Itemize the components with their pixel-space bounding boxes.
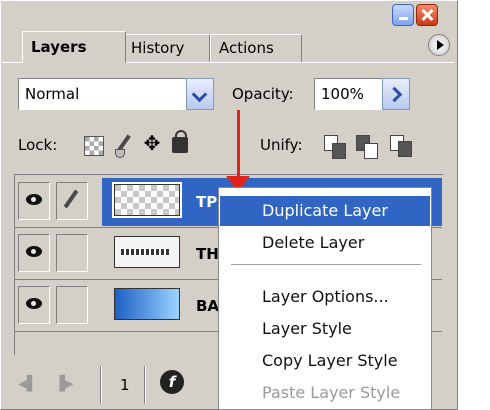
eye-icon xyxy=(26,194,42,205)
opacity-label: Opacity: xyxy=(232,85,294,103)
visibility-toggle[interactable] xyxy=(18,286,50,324)
annotation-arrow-shaft xyxy=(237,110,240,184)
layer-thumbnail xyxy=(114,288,180,320)
menu-item-layer-style[interactable]: Layer Style xyxy=(220,314,430,344)
eye-icon xyxy=(26,298,42,309)
menu-separator xyxy=(231,264,421,265)
menu-item-delete-layer[interactable]: Delete Layer xyxy=(220,228,430,258)
lock-image-brush-icon[interactable] xyxy=(112,134,134,158)
lock-transparency-icon[interactable] xyxy=(84,136,104,156)
blend-mode-select[interactable]: Normal xyxy=(18,78,188,110)
previous-frame-icon[interactable]: ◀▌ xyxy=(18,376,37,392)
menu-item-paste-layer-style: Paste Layer Style xyxy=(262,383,401,402)
layer-link-cell[interactable] xyxy=(56,234,88,272)
tab-history[interactable]: History xyxy=(122,34,210,62)
eye-icon xyxy=(26,246,42,257)
lock-position-move-icon[interactable]: ✥ xyxy=(140,131,164,155)
layer-link-cell[interactable] xyxy=(56,182,88,220)
menu-item-layer-options[interactable]: Layer Options... xyxy=(220,282,430,312)
close-button[interactable] xyxy=(416,4,438,26)
unify-position-icon[interactable] xyxy=(322,133,348,159)
visibility-toggle[interactable] xyxy=(18,234,50,272)
frame-count: 1 xyxy=(120,376,130,394)
layer-link-cell[interactable] xyxy=(56,286,88,324)
tab-layers[interactable]: Layers xyxy=(22,31,126,63)
opacity-slider-arrow-icon[interactable] xyxy=(382,78,410,110)
unify-label: Unify: xyxy=(260,136,303,154)
layer-context-menu: Duplicate Layer Delete Layer Layer Optio… xyxy=(218,187,432,410)
menu-item-copy-layer-style[interactable]: Copy Layer Style xyxy=(220,346,430,376)
opacity-input[interactable]: 100% xyxy=(314,78,384,110)
layer-style-fx-icon[interactable]: f xyxy=(160,370,184,394)
layer-thumbnail xyxy=(112,182,182,218)
brush-icon xyxy=(63,189,79,209)
layer-name: TP xyxy=(196,193,218,211)
palette-menu-button[interactable] xyxy=(428,34,450,56)
unify-style-icon[interactable] xyxy=(388,133,414,159)
bar-divider xyxy=(144,366,145,404)
lock-label: Lock: xyxy=(18,136,58,154)
layer-thumbnail xyxy=(114,236,180,268)
menu-item-duplicate-layer[interactable]: Duplicate Layer xyxy=(220,196,430,226)
minimize-button[interactable] xyxy=(392,4,414,26)
visibility-toggle[interactable] xyxy=(18,182,50,220)
next-frame-icon[interactable]: ▐▶ xyxy=(54,376,73,392)
unify-visibility-icon[interactable] xyxy=(354,133,380,159)
blend-mode-dropdown-icon[interactable] xyxy=(186,78,214,110)
lock-all-padlock-icon[interactable] xyxy=(172,130,188,153)
tab-actions[interactable]: Actions xyxy=(210,34,302,62)
bar-divider xyxy=(100,366,101,404)
